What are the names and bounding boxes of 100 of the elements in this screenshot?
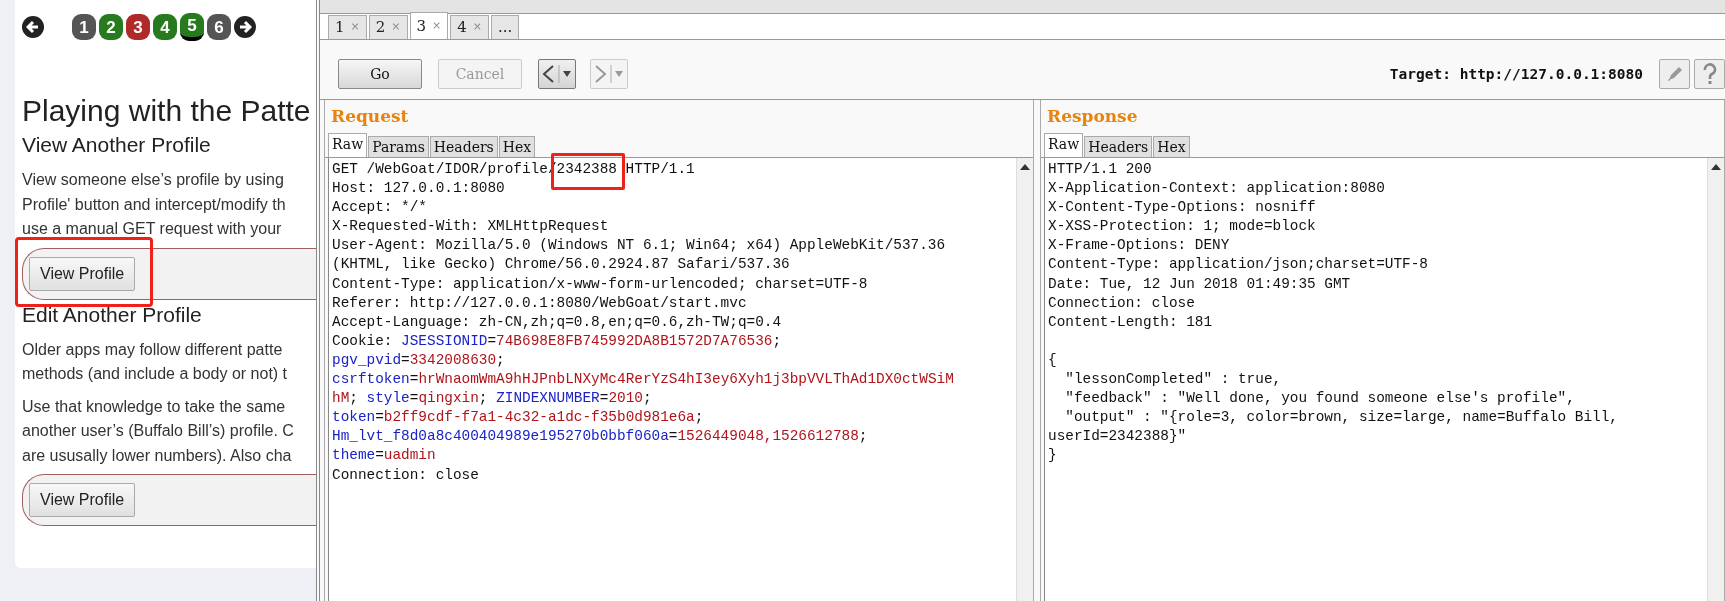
message-text: Cookie: <box>332 332 394 349</box>
page-number[interactable]: 1 <box>72 14 96 40</box>
lesson-paragraph: View someone else’s profile by using Profile' button and intercept/modify th use a manual GET request with your <box>22 170 287 239</box>
view-profile-button[interactable]: View Profile <box>29 256 136 291</box>
cookie-name: theme <box>332 447 376 464</box>
cookie-value: hM <box>332 390 350 407</box>
cookie-name: csrftoken <box>332 371 410 388</box>
message-text: = <box>375 409 384 426</box>
message-text: = <box>375 447 384 464</box>
message-text: = <box>409 390 419 407</box>
tab-label: 4 <box>457 17 467 39</box>
message-text: = <box>409 371 419 388</box>
cookie-value: 1526449048,1526612788 <box>677 428 859 445</box>
message-line: Connection: close <box>1048 293 1196 313</box>
cookie-value: 74B698E8FB745992DA8B1572D7A76536 <box>496 332 773 349</box>
message-text: ; <box>478 390 489 407</box>
scrollbar[interactable] <box>1707 158 1724 601</box>
message-line: } <box>1048 446 1058 466</box>
message-line: Referer: http://127.0.0.1:8080/WebGoat/start.mvc <box>332 293 748 313</box>
help-button[interactable] <box>1694 59 1725 89</box>
lesson-paragraph: Use that knowledge to take the same another user’s (Buffalo Bill’s) profile. C are ususally lower numbers). Also cha <box>22 396 295 466</box>
message-text: ; <box>694 409 704 426</box>
message-line: Date: Tue, 12 Jun 2018 01:49:35 GMT <box>1048 274 1352 294</box>
cookie-name: token <box>332 409 376 426</box>
pane-tab[interactable]: Headers <box>1084 136 1153 157</box>
page-number[interactable]: 5 <box>180 13 204 41</box>
page-number[interactable]: 6 <box>207 14 231 40</box>
cookie-name: pgv_pvid <box>332 351 402 368</box>
page-number[interactable]: 3 <box>126 14 150 40</box>
close-icon[interactable]: × <box>432 17 442 35</box>
go-button[interactable]: Go <box>338 59 422 89</box>
lesson-title: Playing with the Patte <box>22 93 312 129</box>
tab-label: 3 <box>416 15 427 37</box>
repeater-tab[interactable]: 1 × <box>328 15 367 39</box>
page-number[interactable]: 2 <box>99 14 123 40</box>
cookie-value: qingxin <box>418 390 479 407</box>
cookie-name: ZINDEXNUMBER <box>496 390 600 407</box>
message-line: Content-Length: 181 <box>1048 312 1214 332</box>
cookie-value: b2ff9cdf-f7a1-4c32-a1dc-f35b0d981e6a <box>383 409 695 426</box>
message-editor[interactable] <box>1044 158 1724 601</box>
pane-title: Response <box>1046 105 1139 128</box>
message-line: Connection: close <box>332 465 480 485</box>
section-heading: Edit Another Profile <box>22 301 203 328</box>
repeater-tab[interactable]: ... <box>491 15 520 39</box>
scrollbar[interactable] <box>1016 158 1033 601</box>
cookie-value: 2010 <box>608 390 643 407</box>
message-text: = <box>599 390 609 407</box>
message-line: X-Content-Type-Options: nosniff <box>1048 198 1317 218</box>
pane-title: Request <box>330 105 410 128</box>
message-line: "lessonCompleted" : true, <box>1064 370 1283 390</box>
pane-tab[interactable]: Hex <box>1153 136 1190 157</box>
repeater-tab[interactable]: 2 × <box>368 15 408 39</box>
message-line: Host: 127.0.0.1:8080 <box>332 179 506 199</box>
pane-tab[interactable]: Params <box>368 136 429 157</box>
back-history-button[interactable] <box>538 59 576 89</box>
cookie-name: style <box>366 390 410 407</box>
message-text: = <box>487 332 497 349</box>
message-text: HTTP/1.1 <box>624 161 695 177</box>
message-line: Accept: */* <box>332 198 428 218</box>
message-text: ; <box>772 332 782 349</box>
tab-label: 2 <box>375 17 386 39</box>
message-line: Content-Type: application/x-www-form-urlencoded; charset=UTF-8 <box>332 274 869 294</box>
message-line: X-XSS-Protection: 1; mode=block <box>1048 217 1317 237</box>
message-text: ; <box>349 390 359 407</box>
message-line: Accept-Language: zh-CN,zh;q=0.8,en;q=0.6,zh-TW;q=0.4 <box>332 312 783 332</box>
repeater-tab[interactable]: 4 × <box>450 15 490 39</box>
message-line: X-Frame-Options: DENY <box>1048 236 1231 256</box>
cookie-value: uadmin <box>383 447 436 464</box>
message-line: X-Application-Context: application:8080 <box>1048 179 1386 199</box>
section-heading: View Another Profile <box>22 132 212 158</box>
cookie-name: Hm_lvt_f8d0a8c400404989e195270b0bbf060a <box>332 428 669 445</box>
message-text: ; <box>642 390 652 407</box>
message-line: (KHTML, like Gecko) Chrome/56.0.2924.87 Safari/537.36 <box>332 255 791 275</box>
message-line: "output" : "{role=3, color=brown, size=large, name=Buffalo Bill, <box>1064 408 1619 428</box>
scroll-up-icon[interactable] <box>1711 164 1721 170</box>
cookie-value: 3342008630 <box>409 351 497 368</box>
scroll-up-icon[interactable] <box>1020 164 1030 170</box>
target-label: Target: http://127.0.0.1:8080 <box>1389 64 1643 84</box>
message-line: { <box>1048 350 1058 370</box>
message-text: = <box>401 351 410 368</box>
page-number[interactable]: 4 <box>153 14 177 40</box>
lesson-paragraph: Older apps may follow different patte methods (and include a body or not) t <box>22 339 289 384</box>
pane-tab[interactable]: Raw <box>328 133 368 157</box>
pane-tab[interactable]: Headers <box>429 136 498 157</box>
message-line: User-Agent: Mozilla/5.0 (Windows NT 6.1; Win64; x64) AppleWebKit/537.36 <box>332 236 947 256</box>
message-line: userId=2342388}" <box>1048 427 1188 447</box>
message-line: "feedback" : "Well done, you found someone else's profile", <box>1064 389 1576 409</box>
pane-tab[interactable]: Raw <box>1044 133 1084 157</box>
help-icon <box>1701 63 1718 85</box>
tab-label: 1 <box>335 17 345 39</box>
tab-label: ... <box>498 17 513 39</box>
message-text: = <box>668 428 678 445</box>
message-line: Content-Type: application/json;charset=UTF-8 <box>1048 255 1429 275</box>
view-profile-button[interactable]: View Profile <box>29 483 136 517</box>
repeater-tab[interactable]: 3 × <box>409 12 449 39</box>
message-line: HTTP/1.1 200 <box>1048 160 1153 179</box>
pane-tab[interactable]: Hex <box>498 136 536 157</box>
cookie-value: hrWnaomWmA9hHJPnbLNXyMc4RerYzS4hI3ey6Xyh1j3bpVVLThAd1DX0ctWSiM <box>418 371 954 388</box>
cookie-name: JSESSIONID <box>401 332 488 349</box>
message-text: ; <box>496 351 505 368</box>
